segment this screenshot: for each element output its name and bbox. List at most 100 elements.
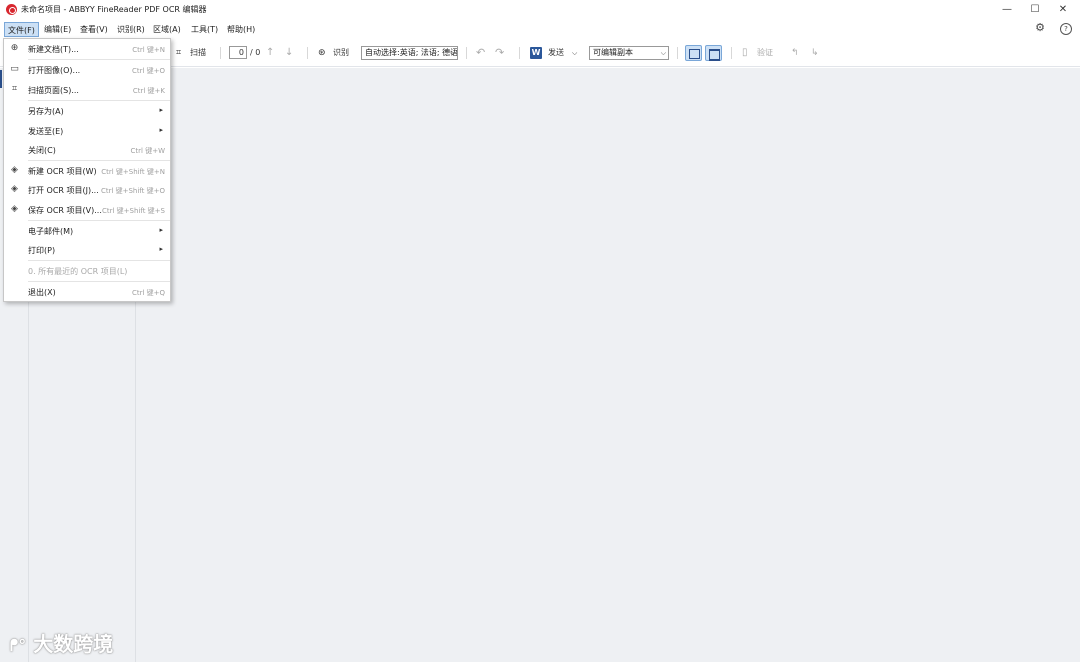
window-title: 未命名项目 - ABBYY FineReader PDF OCR 编辑器	[21, 5, 207, 14]
toolbar-divider	[731, 47, 732, 59]
toolbar-divider	[220, 47, 221, 59]
menu-tools[interactable]: 工具(T)	[188, 22, 221, 37]
language-select[interactable]: 自动选择:英语; 法语; 德语 ⌵	[361, 46, 458, 60]
file-menu-email[interactable]: 电子邮件(M) ▸	[4, 222, 170, 240]
menu-item-shortcut: Ctrl 键+Q	[131, 289, 165, 297]
menu-separator	[28, 160, 170, 161]
help-question-icon[interactable]: ?	[1060, 23, 1072, 35]
submenu-arrow-icon: ▸	[159, 106, 163, 114]
menu-item-shortcut: Ctrl 键+Shift 键+O	[100, 187, 165, 195]
plus-circle-icon: ⊕	[10, 43, 19, 53]
toolbar-divider	[519, 47, 520, 59]
menu-separator	[28, 281, 170, 282]
toolbar-divider	[307, 47, 308, 59]
menu-item-label: 打印(P)	[28, 246, 56, 255]
scan-button[interactable]: 扫描	[190, 47, 206, 59]
file-menu-print[interactable]: 打印(P) ▸	[4, 241, 170, 259]
menu-item-label: 另存为(A)	[28, 107, 64, 116]
menu-item-label: 扫描页面(S)...	[28, 86, 79, 95]
file-menu-close[interactable]: 关闭(C) Ctrl 键+W	[4, 141, 170, 159]
menu-item-shortcut: Ctrl 键+N	[132, 46, 165, 54]
page-total: / 0	[250, 48, 261, 57]
settings-gear-icon[interactable]: ⚙	[1034, 22, 1046, 35]
ocr-project-open-icon: ◈	[11, 184, 18, 194]
file-menu-exit[interactable]: 退出(X) Ctrl 键+Q	[4, 283, 170, 301]
file-menu-send-to[interactable]: 发送至(E) ▸	[4, 122, 170, 140]
text-view-toggle-icon[interactable]	[705, 45, 722, 61]
verify-document-icon: ▯	[742, 47, 748, 58]
recognize-magnifier-icon: ⊛	[318, 48, 326, 58]
file-menu-recent-projects: 0. 所有最近的 OCR 项目(L)	[4, 262, 170, 280]
menu-file[interactable]: 文件(F)	[4, 22, 39, 37]
close-button[interactable]: ✕	[1053, 2, 1073, 17]
image-view-toggle-icon[interactable]	[685, 45, 702, 61]
file-menu-new-ocr-project[interactable]: ◈ 新建 OCR 项目(W) Ctrl 键+Shift 键+N	[4, 162, 170, 180]
menu-separator	[28, 100, 170, 101]
output-format-value: 可编辑副本	[593, 48, 633, 57]
menu-edit[interactable]: 编辑(E)	[41, 22, 74, 37]
output-format-select[interactable]: 可编辑副本 ⌵	[589, 46, 669, 60]
previous-error-icon[interactable]: ↰	[791, 47, 799, 59]
redo-icon[interactable]: ↷	[495, 47, 504, 59]
menu-recognize[interactable]: 识别(R)	[114, 22, 148, 37]
menu-item-shortcut: Ctrl 键+W	[130, 147, 165, 155]
file-menu-save-as[interactable]: 另存为(A) ▸	[4, 102, 170, 120]
file-menu-new-document[interactable]: ⊕ 新建文档(T)... Ctrl 键+N	[4, 40, 170, 58]
toolbar-divider	[466, 47, 467, 59]
watermark-logo: ᖰ° 大数跨境	[10, 628, 113, 657]
ocr-project-save-icon: ◈	[11, 204, 18, 214]
folder-icon: ▭	[10, 64, 19, 74]
chevron-down-icon: ⌵	[449, 49, 455, 57]
menu-item-label: 发送至(E)	[28, 127, 64, 136]
menu-item-shortcut: Ctrl 键+Shift 键+S	[102, 207, 165, 215]
menu-item-label: 打开 OCR 项目(J)...	[28, 186, 99, 195]
scan-icon: ⌗	[11, 84, 18, 94]
menu-item-label: 保存 OCR 项目(V)...	[28, 206, 102, 215]
ocr-project-new-icon: ◈	[11, 165, 18, 175]
menu-view[interactable]: 查看(V)	[77, 22, 111, 37]
menu-help[interactable]: 帮助(H)	[224, 22, 258, 37]
undo-icon[interactable]: ↶	[476, 47, 485, 59]
file-menu-scan-pages[interactable]: ⌗ 扫描页面(S)... Ctrl 键+K	[4, 81, 170, 99]
menu-item-label: 退出(X)	[28, 288, 56, 297]
menu-separator	[28, 220, 170, 221]
watermark-text: 大数跨境	[33, 632, 114, 656]
menu-separator	[28, 260, 170, 261]
menu-item-shortcut: Ctrl 键+Shift 键+N	[101, 168, 165, 176]
menu-item-label: 0. 所有最近的 OCR 项目(L)	[28, 267, 128, 276]
menu-item-shortcut: Ctrl 键+K	[132, 87, 165, 95]
menu-bar: 文件(F) 编辑(E) 查看(V) 识别(R) 区域(A) 工具(T) 帮助(H…	[0, 20, 1080, 38]
scan-icon: ⌗	[176, 48, 182, 58]
menu-separator	[28, 59, 170, 60]
menu-item-label: 新建文档(T)...	[28, 45, 79, 54]
abbyy-logo-icon	[6, 4, 17, 15]
title-bar: 未命名项目 - ABBYY FineReader PDF OCR 编辑器 — ☐…	[0, 0, 1080, 19]
next-page-arrow-icon[interactable]: ↓	[285, 47, 293, 59]
send-chevron-down-icon[interactable]: ⌵	[572, 47, 577, 59]
submenu-arrow-icon: ▸	[159, 226, 163, 234]
page-number-input[interactable]: 0	[229, 46, 247, 59]
menu-item-label: 新建 OCR 项目(W)	[28, 167, 97, 176]
language-select-value: 自动选择:英语; 法语; 德语	[365, 48, 458, 57]
submenu-arrow-icon: ▸	[159, 126, 163, 134]
file-menu-save-ocr-project[interactable]: ◈ 保存 OCR 项目(V)... Ctrl 键+Shift 键+S	[4, 201, 170, 219]
verify-button[interactable]: 验证	[757, 47, 773, 59]
watermark-swirl-icon: ᖰ°	[10, 636, 27, 655]
submenu-arrow-icon: ▸	[159, 245, 163, 253]
file-menu-open-ocr-project[interactable]: ◈ 打开 OCR 项目(J)... Ctrl 键+Shift 键+O	[4, 181, 170, 199]
chevron-down-icon: ⌵	[660, 49, 666, 57]
send-button[interactable]: 发送	[548, 47, 564, 59]
maximize-button[interactable]: ☐	[1025, 2, 1045, 17]
menu-item-shortcut: Ctrl 键+O	[131, 67, 165, 75]
previous-page-arrow-icon[interactable]: ↑	[266, 47, 274, 59]
menu-item-label: 关闭(C)	[28, 146, 56, 155]
file-menu-open-image[interactable]: ▭ 打开图像(O)... Ctrl 键+O	[4, 61, 170, 79]
next-error-icon[interactable]: ↳	[811, 47, 819, 59]
word-icon: W	[530, 47, 542, 59]
menu-item-label: 电子邮件(M)	[28, 227, 74, 236]
recognize-button[interactable]: 识别	[333, 47, 349, 59]
menu-item-label: 打开图像(O)...	[28, 66, 81, 75]
minimize-button[interactable]: —	[997, 2, 1017, 17]
toolbar-divider	[677, 47, 678, 59]
menu-area[interactable]: 区域(A)	[150, 22, 184, 37]
